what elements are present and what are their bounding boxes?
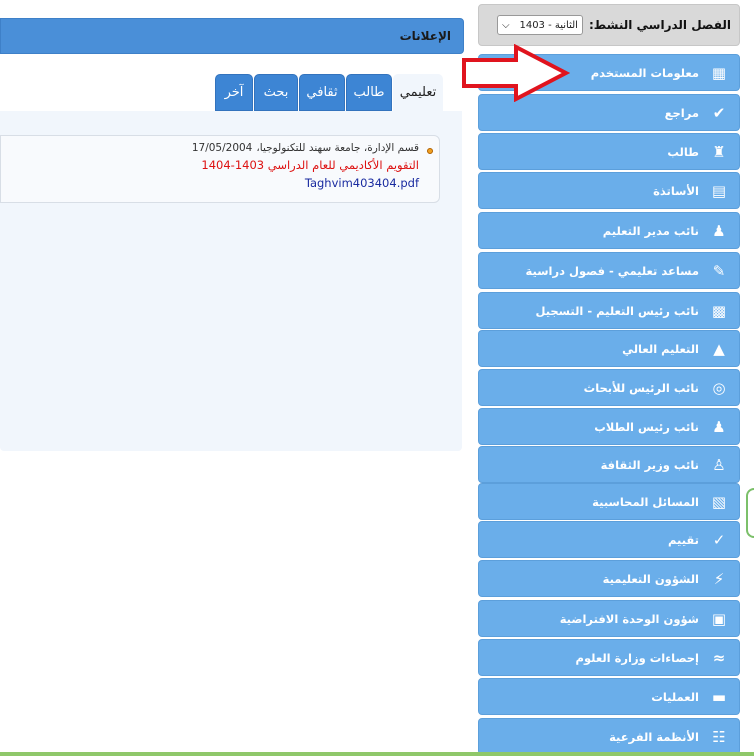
sidebar-item-label: نائب وزير الثقافة	[600, 457, 699, 472]
folder-open-icon: ▬	[711, 687, 727, 706]
announcements-header: الإعلانات	[0, 18, 464, 54]
sidebar-item-15[interactable]: ▣ شؤون الوحدة الافتراضية	[478, 600, 740, 637]
active-semester-label: الفصل الدراسي النشط:	[588, 18, 731, 32]
tab-2[interactable]: طالب	[346, 74, 392, 111]
tab-4[interactable]: بحث	[254, 74, 298, 111]
sidebar-item-17[interactable]: ▬ العمليات	[478, 678, 740, 715]
semester-select-value: الثانية - 1403	[519, 19, 578, 31]
sitemap-icon: ☷	[712, 727, 726, 746]
pencil-icon: ✎	[712, 261, 726, 280]
people-icon: ♙	[712, 455, 726, 474]
teacher-board-icon: ▤	[711, 181, 727, 200]
announcement-item: قسم الإدارة، جامعة سهند للتكنولوجيا، 17/…	[0, 135, 440, 203]
announcement-date: 17/05/2004	[191, 142, 253, 154]
sidebar-item-label: المسائل المحاسبية	[592, 494, 699, 509]
announcement-title[interactable]: التقويم الأكاديمي للعام الدراسي 1403-140…	[1, 158, 419, 172]
sidebar-item-14[interactable]: ⚡ الشؤون التعليمية	[478, 560, 740, 597]
sidebar-item-label: شؤون الوحدة الافتراضية	[559, 611, 699, 626]
announcement-file-link[interactable]: Taghvim403404.pdf	[1, 176, 419, 190]
sidebar-item-12[interactable]: ▧ المسائل المحاسبية	[478, 483, 740, 520]
sidebar-item-label: معلومات المستخدم	[590, 65, 699, 80]
sidebar-item-label: مراجع	[664, 105, 699, 120]
sidebar-item-label: العمليات	[651, 689, 699, 704]
tab-3[interactable]: ثقافي	[299, 74, 345, 111]
sidebar-item-label: مساعد تعليمي - فصول دراسية	[525, 263, 699, 278]
id-card-icon: ▦	[711, 63, 727, 82]
sidebar-item-label: الشؤون التعليمية	[602, 571, 699, 586]
sidebar-item-5[interactable]: ♟ نائب مدير التعليم	[478, 212, 740, 249]
lightning-icon: ⚡	[713, 569, 725, 588]
registration-card-icon: ▩	[711, 301, 727, 320]
sidebar-item-label: نائب مدير التعليم	[602, 223, 699, 238]
bottom-divider	[0, 752, 754, 756]
sidebar-item-3[interactable]: ♜ طالب	[478, 133, 740, 170]
graduation-cap-icon: ▲	[713, 339, 725, 358]
sidebar-item-11[interactable]: ♙ نائب وزير الثقافة	[478, 446, 740, 483]
sidebar-item-label: إحصاءات وزارة العلوم	[575, 650, 699, 665]
sidebar-item-label: طالب	[667, 144, 699, 159]
red-arrow-icon	[462, 44, 570, 102]
sidebar-item-7[interactable]: ▩ نائب رئيس التعليم - التسجيل	[478, 292, 740, 329]
monitor-icon: ▣	[711, 609, 727, 628]
check-icon: ✔	[712, 103, 726, 122]
officer-icon: ♟	[712, 221, 726, 240]
announcement-tabs: تعليمي طالب ثقافي بحث آخر	[214, 74, 443, 111]
announcements-title: الإعلانات	[399, 29, 451, 43]
sidebar-item-label: التعليم العالي	[622, 341, 699, 356]
sidebar-item-label: نائب الرئيس للأبحاث	[583, 380, 699, 395]
bullet-icon	[427, 148, 433, 154]
announcements-panel: قسم الإدارة، جامعة سهند للتكنولوجيا، 17/…	[0, 111, 462, 451]
active-semester-box: الفصل الدراسي النشط: الثانية - 1403 ⌵	[478, 4, 740, 46]
sidebar-item-label: تقييم	[667, 532, 699, 547]
sidebar-item-16[interactable]: ≈ إحصاءات وزارة العلوم	[478, 639, 740, 676]
sidebar: الفصل الدراسي النشط: الثانية - 1403 ⌵ ▦ م…	[478, 4, 740, 756]
sidebar-item-label: الأساتذة	[653, 183, 699, 198]
sidebar-item-label: نائب رئيس التعليم - التسجيل	[535, 303, 699, 318]
sidebar-item-18[interactable]: ☷ الأنظمة الفرعية	[478, 718, 740, 755]
side-panel-handle[interactable]	[746, 488, 754, 538]
tab-5[interactable]: آخر	[215, 74, 253, 111]
announcement-meta: قسم الإدارة، جامعة سهند للتكنولوجيا، 17/…	[1, 142, 419, 154]
semester-select[interactable]: الثانية - 1403 ⌵	[496, 15, 583, 35]
announcement-source: قسم الإدارة، جامعة سهند للتكنولوجيا،	[256, 142, 419, 154]
check-outline-icon: ✓	[712, 530, 726, 549]
sidebar-item-9[interactable]: ◎ نائب الرئيس للأبحاث	[478, 369, 740, 406]
tab-1[interactable]: تعليمي	[393, 74, 443, 111]
chevron-down-icon: ⌵	[501, 19, 510, 31]
sidebar-item-13[interactable]: ✓ تقييم	[478, 521, 740, 558]
sidebar-item-8[interactable]: ▲ التعليم العالي	[478, 330, 740, 367]
user-tie-icon: ♟	[712, 417, 726, 436]
student-icon: ♜	[712, 142, 726, 161]
sidebar-item-10[interactable]: ♟ نائب رئيس الطلاب	[478, 408, 740, 445]
chart-line-icon: ≈	[712, 648, 726, 667]
research-book-icon: ◎	[712, 378, 726, 397]
sidebar-item-label: الأنظمة الفرعية	[609, 729, 699, 744]
sidebar-item-6[interactable]: ✎ مساعد تعليمي - فصول دراسية	[478, 252, 740, 289]
accounting-icon: ▧	[711, 492, 727, 511]
sidebar-item-4[interactable]: ▤ الأساتذة	[478, 172, 740, 209]
sidebar-item-label: نائب رئيس الطلاب	[594, 419, 699, 434]
